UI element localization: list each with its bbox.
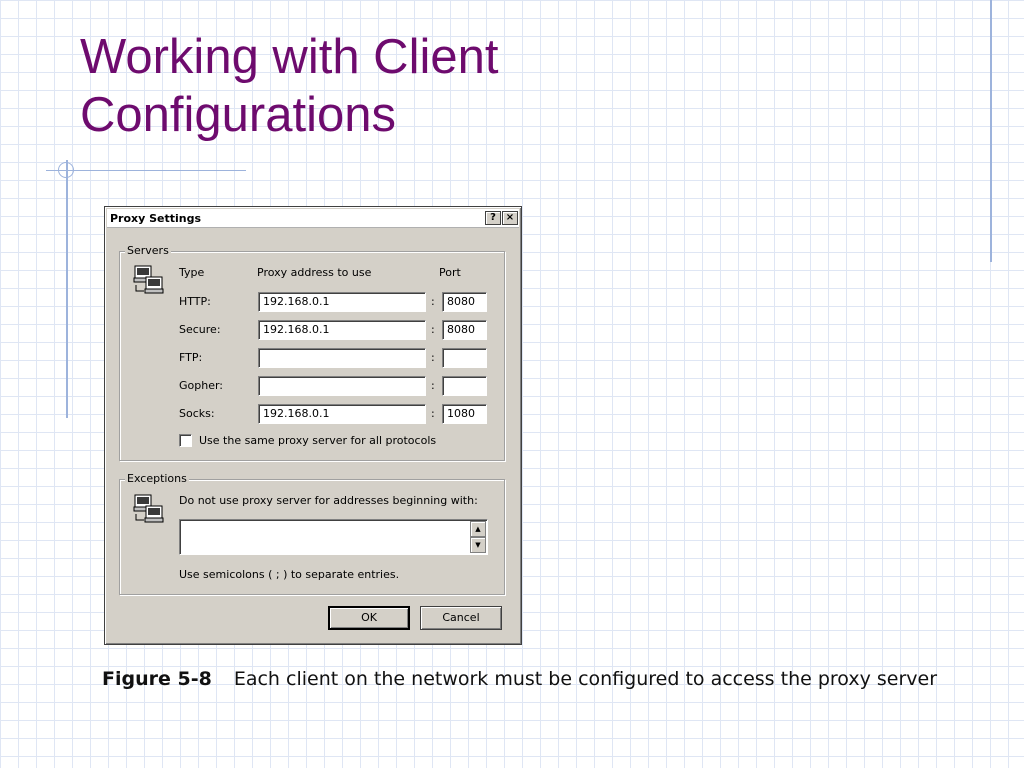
- slide-title: Working with Client Configurations: [80, 28, 780, 144]
- proxy-settings-dialog: Proxy Settings ? × Servers Type Proxy ad…: [104, 206, 522, 645]
- http-port-input[interactable]: 8080: [442, 292, 487, 312]
- secure-address-input[interactable]: 192.168.0.1: [258, 320, 426, 340]
- column-header-type: Type: [179, 266, 205, 279]
- ftp-port-input[interactable]: [442, 348, 487, 368]
- socks-port-input[interactable]: 1080: [442, 404, 487, 424]
- exceptions-group-label: Exceptions: [125, 472, 189, 485]
- secure-port-input[interactable]: 8080: [442, 320, 487, 340]
- decorative-horizontal-line: [46, 170, 246, 171]
- scroll-down-arrow-icon[interactable]: ▼: [470, 537, 486, 553]
- decorative-vertical-line: [990, 0, 992, 262]
- exceptions-hint: Use semicolons ( ; ) to separate entries…: [179, 568, 400, 581]
- same-proxy-checkbox[interactable]: [179, 434, 192, 447]
- port-separator: :: [431, 407, 435, 420]
- computers-icon: [133, 265, 164, 294]
- help-button[interactable]: ?: [485, 211, 501, 225]
- ftp-address-input[interactable]: [258, 348, 426, 368]
- secure-label: Secure:: [179, 323, 221, 336]
- exceptions-prompt: Do not use proxy server for addresses be…: [179, 494, 478, 507]
- slide-title-line-2: Configurations: [80, 88, 396, 142]
- figure-number: Figure 5-8: [102, 668, 212, 690]
- computers-icon: [133, 494, 164, 523]
- figure-caption: Figure 5-8 Each client on the network mus…: [102, 668, 937, 690]
- gopher-address-input[interactable]: [258, 376, 426, 396]
- column-header-port: Port: [439, 266, 461, 279]
- close-button[interactable]: ×: [502, 211, 518, 225]
- dialog-title-bar: Proxy Settings ? ×: [107, 209, 519, 228]
- scroll-up-arrow-icon[interactable]: ▲: [470, 521, 486, 537]
- port-separator: :: [431, 351, 435, 364]
- socks-address-input[interactable]: 192.168.0.1: [258, 404, 426, 424]
- decorative-vertical-line-left: [66, 160, 68, 418]
- http-address-input[interactable]: 192.168.0.1: [258, 292, 426, 312]
- exceptions-input[interactable]: ▲ ▼: [179, 519, 488, 555]
- slide-title-line-1: Working with Client: [80, 30, 499, 84]
- decorative-circle-icon: [58, 162, 74, 178]
- port-separator: :: [431, 295, 435, 308]
- same-proxy-label[interactable]: Use the same proxy server for all protoc…: [199, 434, 436, 447]
- port-separator: :: [431, 379, 435, 392]
- servers-group-label: Servers: [125, 244, 171, 257]
- port-separator: :: [431, 323, 435, 336]
- socks-label: Socks:: [179, 407, 215, 420]
- gopher-port-input[interactable]: [442, 376, 487, 396]
- figure-caption-text: Each client on the network must be confi…: [233, 668, 938, 690]
- dialog-title: Proxy Settings: [110, 212, 202, 225]
- ftp-label: FTP:: [179, 351, 203, 364]
- column-header-address: Proxy address to use: [257, 266, 372, 279]
- exceptions-scrollbar[interactable]: ▲ ▼: [470, 521, 486, 553]
- ok-button[interactable]: OK: [328, 606, 410, 630]
- cancel-button[interactable]: Cancel: [420, 606, 502, 630]
- http-label: HTTP:: [179, 295, 211, 308]
- gopher-label: Gopher:: [179, 379, 224, 392]
